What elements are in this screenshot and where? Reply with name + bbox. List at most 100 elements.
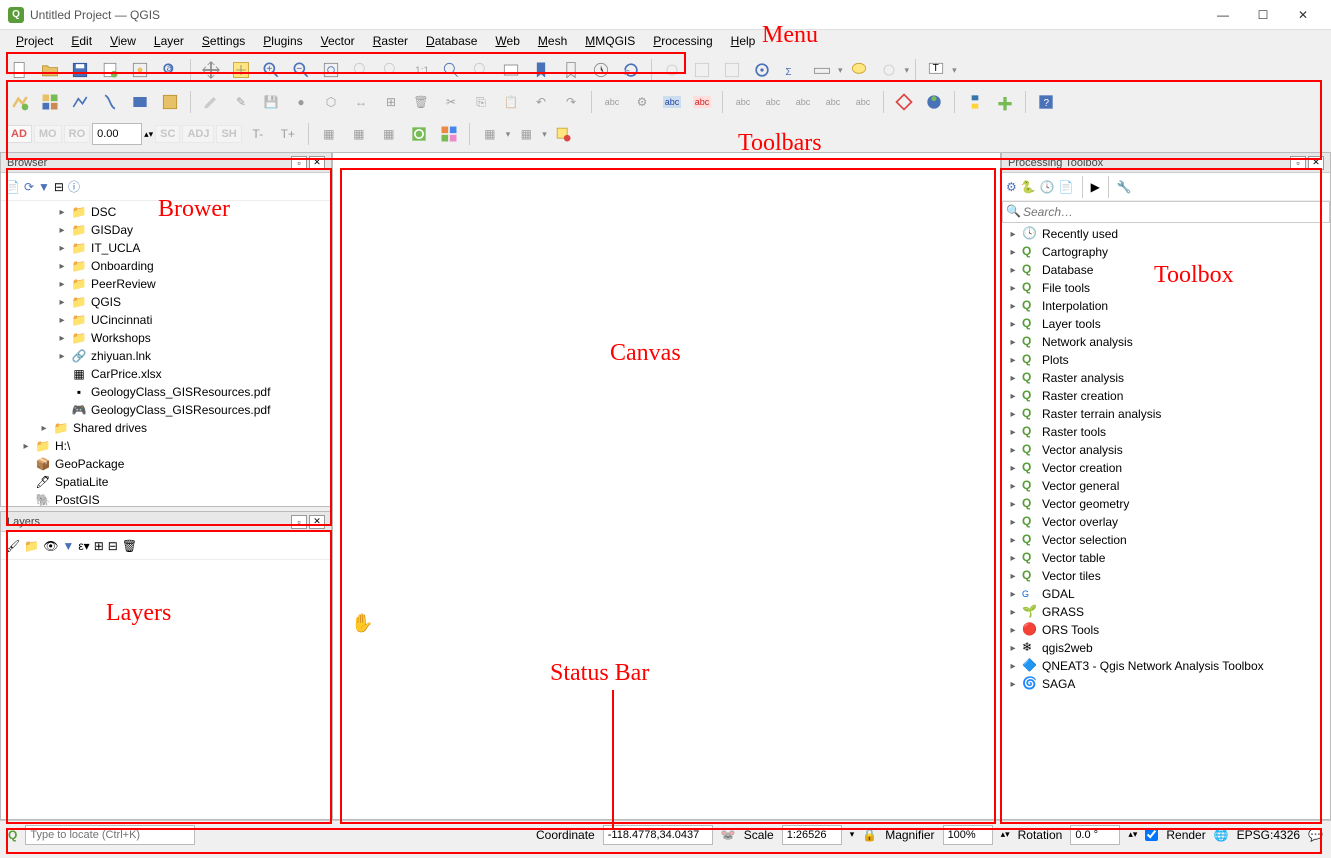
save-edits-button[interactable]: 💾 — [257, 88, 285, 116]
pan-selection-button[interactable] — [227, 56, 255, 84]
blank-button[interactable] — [1062, 88, 1090, 116]
offset-input[interactable] — [92, 123, 142, 145]
label-tool-5[interactable]: abc — [849, 88, 877, 116]
filter-browser-icon[interactable]: ▼ — [38, 180, 50, 194]
browser-item[interactable]: ▸📁Workshops — [1, 329, 331, 347]
zoom-out-button[interactable] — [287, 56, 315, 84]
toolbox-item[interactable]: ▸QVector overlay — [1002, 513, 1330, 531]
tb3-btn-4[interactable]: ▦ — [476, 120, 504, 148]
browser-item[interactable]: ▸📁QGIS — [1, 293, 331, 311]
layers-expand-icon[interactable]: ⊞ — [94, 539, 104, 553]
identify-features-button[interactable] — [658, 56, 686, 84]
undo-button[interactable]: ↶ — [527, 88, 555, 116]
browser-item[interactable]: ▸📁UCincinnati — [1, 311, 331, 329]
redo-button[interactable]: ↷ — [557, 88, 585, 116]
copy-button[interactable]: ⎘ — [467, 88, 495, 116]
toolbox-item[interactable]: ▸QRaster analysis — [1002, 369, 1330, 387]
browser-item[interactable]: ▸📁H:\ — [1, 437, 331, 455]
messages-icon[interactable]: 💬 — [1308, 828, 1323, 842]
layers-add-group-icon[interactable]: 📁 — [24, 539, 39, 553]
menu-settings[interactable]: Settings — [194, 32, 253, 50]
layers-visibility-icon[interactable]: 👁 — [43, 539, 58, 553]
zoom-full-button[interactable] — [317, 56, 345, 84]
browser-tree[interactable]: ▸📁DSC▸📁GISDay▸📁IT_UCLA▸📁Onboarding▸📁Peer… — [1, 201, 331, 506]
crs-label[interactable]: EPSG:4326 — [1237, 828, 1300, 842]
menu-web[interactable]: Web — [487, 32, 527, 50]
tb3-green-button[interactable] — [405, 120, 433, 148]
layers-tree[interactable] — [1, 560, 331, 819]
menu-edit[interactable]: Edit — [63, 32, 100, 50]
toolbox-tree[interactable]: ▸🕓Recently used▸QCartography▸QDatabase▸Q… — [1002, 223, 1330, 819]
refresh-button[interactable] — [617, 56, 645, 84]
toolbox-item[interactable]: ▸QRaster creation — [1002, 387, 1330, 405]
browser-item[interactable]: ▸📁PeerReview — [1, 275, 331, 293]
toolbox-item[interactable]: ▸QVector general — [1002, 477, 1330, 495]
toolbox-item[interactable]: ▸GGDAL — [1002, 585, 1330, 603]
add-layer-icon[interactable]: 📄 — [5, 180, 20, 194]
browser-item[interactable]: 🎮GeologyClass_GISResources.pdf — [1, 401, 331, 419]
edit-button[interactable] — [197, 88, 225, 116]
menu-mesh[interactable]: Mesh — [530, 32, 575, 50]
toolbox-undock-button[interactable]: ▫ — [1290, 156, 1306, 170]
collapse-browser-icon[interactable]: ⊟ — [54, 180, 64, 194]
new-spatialite-button[interactable] — [96, 88, 124, 116]
label-tool-4[interactable]: abc — [819, 88, 847, 116]
text-annotation-button[interactable]: T — [922, 56, 950, 84]
osm-button[interactable] — [920, 88, 948, 116]
toolbox-history-icon[interactable]: 🕓 — [1040, 180, 1055, 194]
field-calc-button[interactable] — [718, 56, 746, 84]
layers-close-button[interactable]: ✕ — [309, 515, 325, 529]
label-tool-1[interactable]: abc — [729, 88, 757, 116]
refresh-browser-icon[interactable]: ⟳ — [24, 180, 34, 194]
stats-button[interactable]: Σ — [778, 56, 806, 84]
crs-icon[interactable]: 🌐 — [1214, 828, 1229, 842]
toggle-edit-button[interactable]: ✎ — [227, 88, 255, 116]
digitize-button[interactable]: ⬡ — [317, 88, 345, 116]
map-canvas[interactable]: ✋ — [332, 152, 1001, 820]
open-project-button[interactable] — [36, 56, 64, 84]
scale-input[interactable] — [782, 825, 842, 845]
browser-undock-button[interactable]: ▫ — [291, 156, 307, 170]
zoom-selection-button[interactable] — [347, 56, 375, 84]
browser-item[interactable]: ▸📁Shared drives — [1, 419, 331, 437]
paste-button[interactable]: 📋 — [497, 88, 525, 116]
tb3-copy-button[interactable] — [549, 120, 577, 148]
bookmarks-button[interactable] — [557, 56, 585, 84]
add-feature-button[interactable]: ● — [287, 88, 315, 116]
save-project-button[interactable] — [66, 56, 94, 84]
toolbox-item[interactable]: ▸QVector geometry — [1002, 495, 1330, 513]
toolbox-item[interactable]: ▸🌀SAGA — [1002, 675, 1330, 693]
properties-browser-icon[interactable]: ⓘ — [68, 178, 80, 195]
new-geopackage-button[interactable] — [126, 88, 154, 116]
maximize-button[interactable]: ☐ — [1243, 1, 1283, 29]
select-button[interactable] — [875, 56, 903, 84]
temporal-button[interactable] — [587, 56, 615, 84]
label-abc1-button[interactable]: abc — [598, 88, 626, 116]
label-abc2-button[interactable]: abc — [658, 88, 686, 116]
layers-collapse-icon[interactable]: ⊟ — [108, 539, 118, 553]
identify-button[interactable]: a — [156, 56, 184, 84]
new-map-view-button[interactable] — [497, 56, 525, 84]
browser-item[interactable]: 🖊SpatiaLite — [1, 473, 331, 491]
browser-item[interactable]: ▸📁DSC — [1, 203, 331, 221]
topology-button[interactable] — [890, 88, 918, 116]
toolbox-item[interactable]: ▸QPlots — [1002, 351, 1330, 369]
map-tips-button[interactable] — [845, 56, 873, 84]
help-button[interactable]: ? — [1032, 88, 1060, 116]
add-raster-button[interactable] — [36, 88, 64, 116]
zoom-native-button[interactable]: 1:1 — [407, 56, 435, 84]
label-abc3-button[interactable]: abc — [688, 88, 716, 116]
toolbox-model-icon[interactable]: 🐍 — [1021, 180, 1036, 194]
close-button[interactable]: ✕ — [1283, 1, 1323, 29]
toolbox-item[interactable]: ▸🌱GRASS — [1002, 603, 1330, 621]
t-minus-button[interactable]: T- — [244, 120, 272, 148]
toolbox-item[interactable]: ▸🔷QNEAT3 - Qgis Network Analysis Toolbox — [1002, 657, 1330, 675]
move-feature-button[interactable]: ↔ — [347, 88, 375, 116]
menu-mmqgis[interactable]: MMQGIS — [577, 32, 643, 50]
tb3-btn-5[interactable]: ▦ — [512, 120, 540, 148]
toolbox-item[interactable]: ▸QRaster terrain analysis — [1002, 405, 1330, 423]
browser-item[interactable]: 🐘PostGIS — [1, 491, 331, 506]
zoom-last-button[interactable] — [437, 56, 465, 84]
processing-toolbox-button[interactable] — [748, 56, 776, 84]
toolbox-item[interactable]: ▸🕓Recently used — [1002, 225, 1330, 243]
